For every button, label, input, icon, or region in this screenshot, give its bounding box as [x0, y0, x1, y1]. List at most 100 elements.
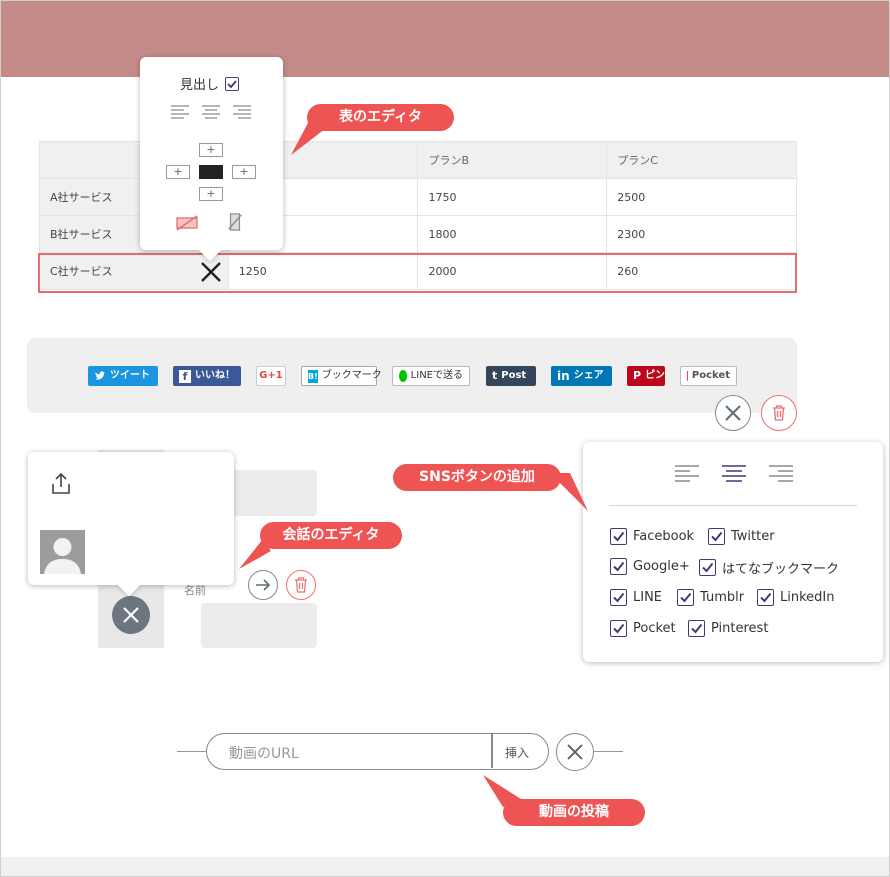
sns-option-tumblr[interactable]: Tumblr — [677, 589, 744, 606]
table-cell[interactable]: 1750 — [417, 178, 608, 216]
facebook-f-icon: f — [179, 369, 191, 383]
checkbox[interactable] — [677, 589, 694, 606]
video-url-placeholder[interactable]: 動画のURL — [229, 743, 299, 763]
trash-icon — [295, 577, 307, 593]
sns-option-twitter[interactable]: Twitter — [708, 528, 775, 545]
speech-bubble — [201, 603, 317, 648]
twitter-bird-icon — [95, 371, 106, 380]
delete-column-icon[interactable] — [224, 213, 246, 231]
option-label: LinkedIn — [780, 590, 835, 605]
align-left-icon[interactable] — [675, 464, 699, 482]
avatar[interactable] — [40, 530, 85, 574]
checkbox[interactable] — [610, 589, 627, 606]
checkbox[interactable] — [610, 528, 627, 545]
tumblr-post-button[interactable]: t Post — [486, 366, 536, 386]
sns-option-hatena[interactable]: はてなブックマーク — [699, 558, 839, 577]
upload-icon[interactable] — [50, 472, 72, 496]
video-url-field[interactable]: 動画のURL 挿入 — [206, 733, 549, 770]
check-icon — [613, 592, 625, 603]
hatena-b-icon: B! — [308, 369, 318, 383]
align-center-icon[interactable] — [722, 464, 746, 482]
conversation-editor-popup — [28, 452, 234, 597]
sns-option-line[interactable]: LINE — [610, 589, 662, 606]
option-label: Google+ — [633, 559, 690, 574]
tweet-button[interactable]: ツイート — [88, 366, 158, 386]
heading-toggle[interactable]: 見出し — [180, 74, 240, 93]
checkbox[interactable] — [708, 528, 725, 545]
conversation-delete-button[interactable] — [286, 570, 316, 600]
callout-sns-add: SNSボタンの追加 — [393, 464, 561, 491]
sns-close-button[interactable] — [715, 395, 751, 431]
align-left-icon[interactable] — [170, 105, 192, 119]
close-icon — [725, 405, 741, 421]
divider — [177, 751, 207, 752]
facebook-like-button[interactable]: f いいね！ — [173, 366, 241, 386]
check-icon — [613, 561, 625, 572]
table-align-group — [170, 105, 252, 119]
heading-checkbox[interactable] — [225, 76, 240, 91]
check-icon — [711, 531, 723, 542]
person-silhouette-icon — [44, 538, 81, 574]
checkbox[interactable] — [757, 589, 774, 606]
conversation-next-button[interactable] — [248, 570, 278, 600]
heading-label: 見出し — [180, 78, 220, 93]
linkedin-share-button[interactable]: in シェア — [551, 366, 612, 386]
hatena-bookmark-button[interactable]: B! ブックマーク — [301, 366, 382, 386]
pinterest-pin-button[interactable]: P ピン — [627, 366, 665, 386]
checkbox[interactable] — [688, 620, 705, 637]
add-column-left-button[interactable]: + — [166, 165, 190, 179]
check-icon — [613, 531, 625, 542]
option-label: Twitter — [731, 529, 775, 544]
table-cell[interactable]: 2300 — [606, 215, 797, 253]
delete-row-icon[interactable] — [176, 214, 198, 232]
pocket-label: Pocket — [691, 370, 730, 381]
align-center-icon[interactable] — [200, 105, 222, 119]
tumblr-t-icon: t — [492, 369, 498, 382]
close-icon[interactable] — [199, 260, 223, 284]
sns-delete-button[interactable] — [761, 395, 797, 431]
option-label: Pinterest — [711, 621, 769, 636]
option-label: Facebook — [633, 529, 695, 544]
checkbox[interactable] — [610, 620, 627, 637]
sns-option-facebook[interactable]: Facebook — [610, 528, 694, 545]
table-cell[interactable]: 2500 — [606, 178, 797, 216]
add-row-below-button[interactable]: + — [199, 187, 223, 201]
check-icon — [760, 592, 772, 603]
video-close-button[interactable] — [556, 733, 594, 771]
table-cell[interactable]: 1250 — [227, 252, 419, 290]
sns-option-pocket[interactable]: Pocket — [610, 620, 676, 637]
align-right-icon[interactable] — [230, 105, 252, 119]
close-icon — [123, 607, 139, 623]
table-cell[interactable]: 260 — [606, 252, 797, 290]
page-frame: プランB プランC A社サービス 1750 2500 B社サービス 1800 2… — [0, 0, 890, 877]
tweet-label: ツイート — [110, 370, 150, 381]
checkbox[interactable] — [610, 558, 627, 575]
table-cell[interactable]: 2000 — [417, 252, 608, 290]
align-right-icon[interactable] — [769, 464, 793, 482]
check-icon — [227, 79, 237, 88]
option-label: Tumblr — [700, 590, 745, 605]
insert-button[interactable]: 挿入 — [505, 744, 529, 761]
table-header-cell[interactable]: プランC — [606, 141, 797, 179]
table-editor-popup: 見出し + + + + — [140, 57, 283, 262]
google-plus-button[interactable]: G+1 — [256, 366, 286, 386]
current-cell-indicator — [199, 165, 223, 179]
linkedin-share-label: シェア — [573, 370, 604, 381]
footer-bar — [1, 857, 889, 876]
line-send-label: LINEで送る — [410, 370, 463, 381]
table-cell[interactable]: 1800 — [417, 215, 608, 253]
conversation-close-button[interactable] — [112, 596, 150, 634]
check-icon — [613, 623, 625, 634]
pocket-button[interactable]: Pocket — [680, 366, 737, 386]
checkbox[interactable] — [699, 559, 716, 576]
divider — [491, 734, 493, 768]
divider — [593, 751, 623, 752]
sns-option-google-plus[interactable]: Google+ — [610, 558, 690, 575]
table-header-cell[interactable]: プランB — [417, 141, 608, 179]
add-column-right-button[interactable]: + — [232, 165, 256, 179]
hatena-bookmark-label: ブックマーク — [321, 370, 382, 381]
sns-option-pinterest[interactable]: Pinterest — [688, 620, 768, 637]
line-send-button[interactable]: LINEで送る — [392, 366, 470, 386]
add-row-above-button[interactable]: + — [199, 143, 223, 157]
sns-option-linkedin[interactable]: LinkedIn — [757, 589, 834, 606]
